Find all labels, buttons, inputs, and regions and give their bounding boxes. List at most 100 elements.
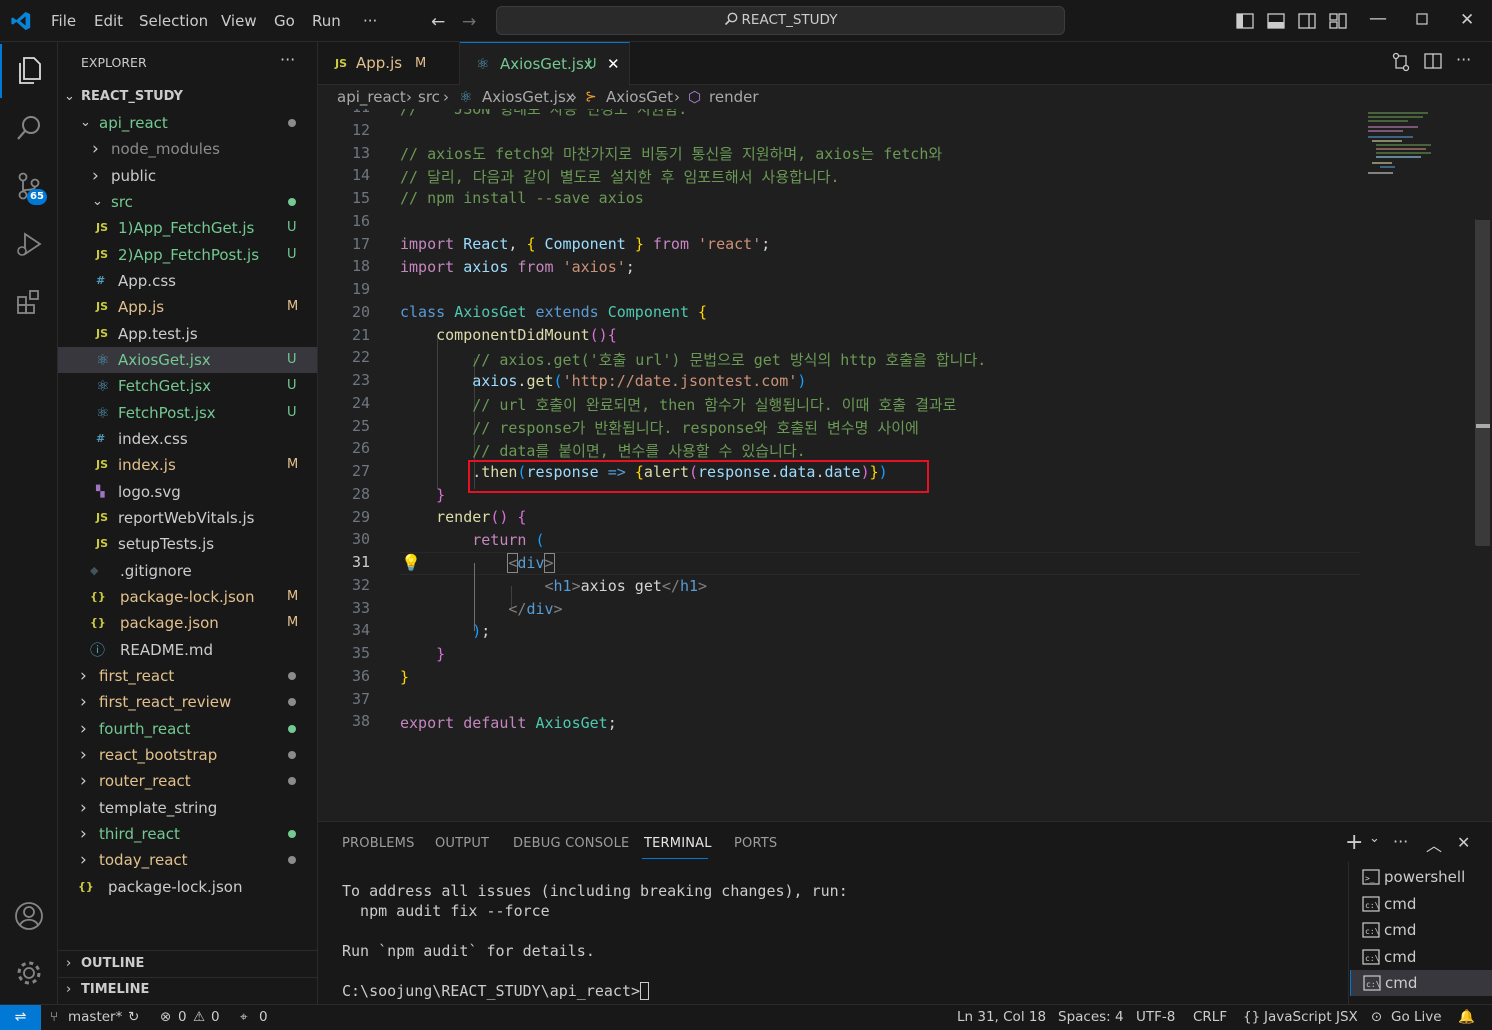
tab-debug-console[interactable]: DEBUG CONSOLE xyxy=(513,836,629,851)
code-editor[interactable]: 11 12 13 14 15 16 17 18 19 20 21 22 23 24 25 26 27 28 29 30… xyxy=(318,109,1476,821)
git-branch[interactable]: master* xyxy=(68,1005,122,1030)
accounts-icon[interactable] xyxy=(0,888,58,944)
error-count[interactable]: 0 xyxy=(178,1005,187,1030)
go-live-button[interactable]: Go Live xyxy=(1391,1005,1442,1030)
file-item[interactable]: ⚛ FetchGet.jsx U xyxy=(58,373,317,399)
breadcrumb-folder[interactable]: api_react xyxy=(337,85,406,109)
file-item[interactable]: JS 2)App_FetchPost.js U xyxy=(58,242,317,268)
language-mode[interactable]: JavaScript JSX xyxy=(1264,1005,1358,1030)
close-tab-icon[interactable]: ✕ xyxy=(607,43,620,86)
minimize-icon[interactable]: — xyxy=(1369,8,1387,29)
open-changes-icon[interactable] xyxy=(1391,52,1411,72)
menu-file[interactable]: File xyxy=(51,0,76,42)
folder-item[interactable]: › third_react xyxy=(58,821,317,847)
folder-item[interactable]: › first_react xyxy=(58,663,317,689)
file-item[interactable]: JS setupTests.js xyxy=(58,531,317,557)
file-item[interactable]: ◆ .gitignore xyxy=(58,558,317,584)
file-item[interactable]: JS index.js M xyxy=(58,452,317,478)
terminal-instance[interactable]: c:\ cmd xyxy=(1350,944,1492,970)
file-item[interactable]: ⓘ README.md xyxy=(58,637,317,663)
folder-item[interactable]: › template_string xyxy=(58,795,317,821)
folder-item[interactable]: › public xyxy=(58,163,317,189)
breadcrumb-method[interactable]: render xyxy=(709,85,759,109)
encoding[interactable]: UTF-8 xyxy=(1136,1005,1175,1030)
toggle-secondary-sidebar-icon[interactable] xyxy=(1298,12,1316,30)
file-item[interactable]: ▚ logo.svg xyxy=(58,479,317,505)
tab-ports[interactable]: PORTS xyxy=(734,836,777,851)
ports-count[interactable]: 0 xyxy=(259,1005,268,1030)
toggle-panel-icon[interactable] xyxy=(1267,12,1285,30)
explorer-more-button[interactable]: ··· xyxy=(280,50,295,69)
file-item[interactable]: JS App.js M xyxy=(58,294,317,320)
folder-item[interactable]: › react_bootstrap xyxy=(58,742,317,768)
timeline-section[interactable]: › TIMELINE xyxy=(58,977,317,1003)
menu-go[interactable]: Go xyxy=(274,0,295,42)
file-item[interactable]: # index.css xyxy=(58,426,317,452)
tab-output[interactable]: OUTPUT xyxy=(435,836,489,851)
maximize-panel-icon[interactable]: ︿ xyxy=(1426,832,1442,856)
tab-app-js[interactable]: JS App.js M xyxy=(318,42,460,85)
file-item[interactable]: JS reportWebVitals.js xyxy=(58,505,317,531)
remote-icon[interactable]: ⇌ xyxy=(0,1005,41,1030)
folder-item[interactable]: › today_react xyxy=(58,847,317,873)
terminal-instance[interactable]: >_ powershell xyxy=(1350,864,1492,890)
notifications-bell-icon[interactable]: 🔔 xyxy=(1458,1005,1475,1030)
breadcrumb-class[interactable]: AxiosGet xyxy=(606,85,673,109)
folder-item[interactable]: › fourth_react xyxy=(58,716,317,742)
folder-item[interactable]: › router_react xyxy=(58,768,317,794)
new-terminal-icon[interactable]: + xyxy=(1345,830,1363,855)
file-item[interactable]: # App.css xyxy=(58,268,317,294)
close-window-icon[interactable]: ✕ xyxy=(1460,10,1474,30)
folder-item[interactable]: ⌄ src xyxy=(58,189,317,215)
terminal-instance[interactable]: c:\ cmd xyxy=(1350,891,1492,917)
outline-section[interactable]: › OUTLINE xyxy=(58,951,317,977)
tab-terminal[interactable]: TERMINAL xyxy=(644,836,712,851)
run-debug-icon[interactable] xyxy=(0,216,58,272)
terminal-prompt[interactable]: C:\soojung\REACT_STUDY\api_react> xyxy=(342,982,650,1000)
terminal-instance[interactable]: c:\ cmd xyxy=(1350,970,1492,996)
terminal-instance[interactable]: c:\ cmd xyxy=(1350,917,1492,943)
folder-item[interactable]: › node_modules xyxy=(58,136,317,162)
file-item[interactable]: ⚛ FetchPost.jsx U xyxy=(58,400,317,426)
source-control-icon[interactable] xyxy=(0,158,58,214)
folder-item[interactable]: › first_react_review xyxy=(58,689,317,715)
breadcrumb-src[interactable]: src xyxy=(418,85,440,109)
panel-more-button[interactable]: ··· xyxy=(1393,832,1408,851)
customize-layout-icon[interactable] xyxy=(1329,12,1347,30)
menu-view[interactable]: View xyxy=(221,0,257,42)
tab-problems[interactable]: PROBLEMS xyxy=(342,836,415,851)
settings-gear-icon[interactable] xyxy=(0,945,58,1001)
workspace-root[interactable]: ⌄ REACT_STUDY xyxy=(58,84,317,110)
tab-axiosget-jsx[interactable]: ⚛ AxiosGet.jsx U ✕ xyxy=(460,42,630,86)
explorer-icon[interactable] xyxy=(0,42,58,98)
sync-icon[interactable]: ↻ xyxy=(128,1005,139,1030)
menu-edit[interactable]: Edit xyxy=(94,0,123,42)
menu-run[interactable]: Run xyxy=(312,0,341,42)
extensions-icon[interactable] xyxy=(0,274,58,330)
file-item[interactable]: ⚛ AxiosGet.jsx U xyxy=(58,346,317,373)
split-editor-icon[interactable] xyxy=(1424,52,1442,70)
toggle-primary-sidebar-icon[interactable] xyxy=(1236,12,1254,30)
indentation[interactable]: Spaces: 4 xyxy=(1058,1005,1124,1030)
close-panel-icon[interactable]: ✕ xyxy=(1457,833,1470,852)
maximize-icon[interactable] xyxy=(1416,13,1428,25)
minimap[interactable] xyxy=(1368,109,1438,189)
file-item[interactable]: JS App.test.js xyxy=(58,321,317,347)
menu-more[interactable]: ··· xyxy=(363,0,377,42)
vertical-scrollbar-thumb[interactable] xyxy=(1476,220,1490,546)
back-arrow-icon[interactable]: ← xyxy=(431,12,445,32)
menu-selection[interactable]: Selection xyxy=(139,0,208,42)
file-item[interactable]: {} package.json M xyxy=(58,610,317,636)
file-item[interactable]: JS 1)App_FetchGet.js U xyxy=(58,215,317,241)
folder-item[interactable]: ⌄ api_react xyxy=(58,110,317,136)
forward-arrow-icon[interactable]: → xyxy=(462,12,476,32)
breadcrumb-file[interactable]: AxiosGet.jsx xyxy=(482,85,575,109)
cursor-position[interactable]: Ln 31, Col 18 xyxy=(957,1005,1046,1030)
search-view-icon[interactable] xyxy=(0,100,58,156)
chevron-down-icon[interactable]: ⌄ xyxy=(1369,831,1380,846)
line-endings[interactable]: CRLF xyxy=(1193,1005,1227,1030)
file-item[interactable]: {} package-lock.json xyxy=(58,874,317,900)
editor-more-button[interactable]: ··· xyxy=(1456,50,1471,69)
command-center-search[interactable]: REACT_STUDY xyxy=(496,6,1065,35)
warning-count[interactable]: 0 xyxy=(211,1005,220,1030)
